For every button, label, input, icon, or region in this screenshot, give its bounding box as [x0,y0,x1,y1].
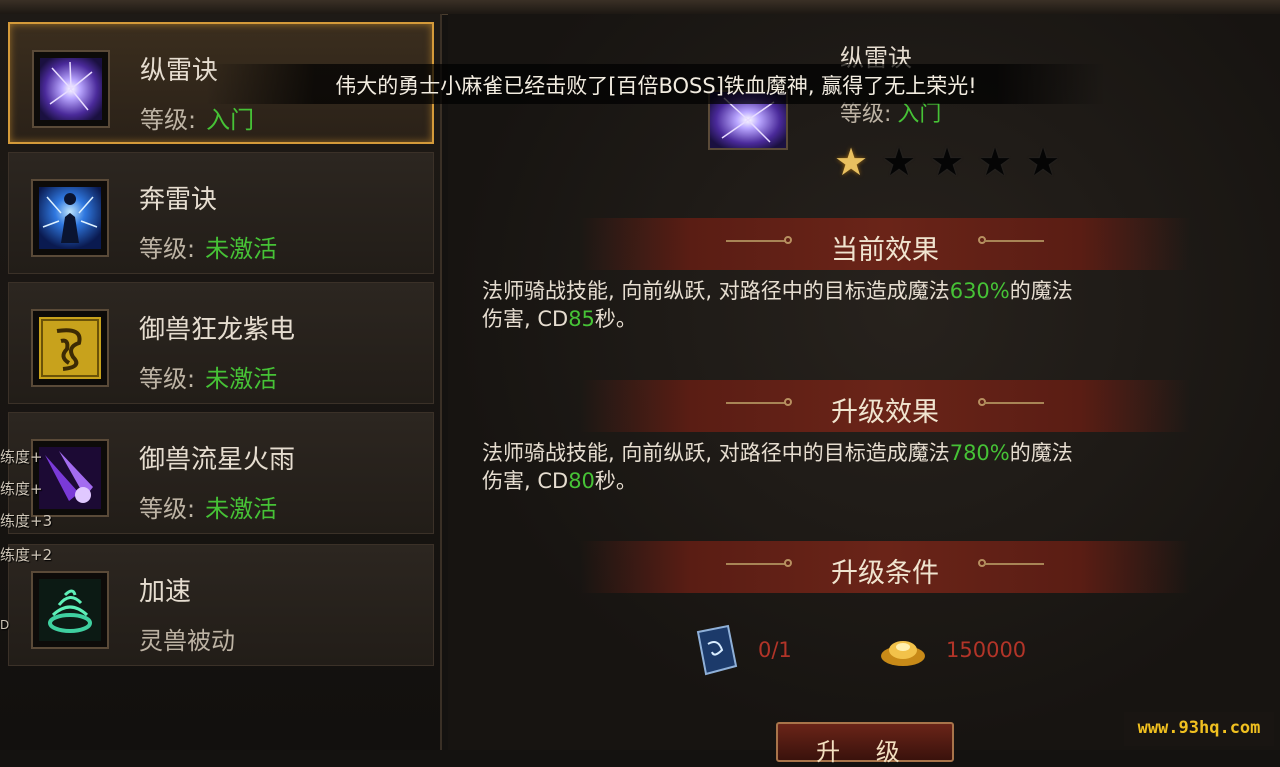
skill-level: 等级: 未激活 [139,359,277,394]
star-empty-icon: ★ [1026,140,1061,184]
proficiency-tag: 练度+2 [0,546,53,564]
skill-list-panel: 纵雷诀 等级: 入门 奔雷诀 等级: 未激活 御兽狂龙紫电 等级: 未激活 御兽… [0,14,442,750]
skill-item-yushou-liuxing[interactable]: 御兽流星火雨 等级: 未激活 [8,412,434,534]
section-header-upgrade-effect: 升级效果 [580,380,1190,432]
proficiency-tag: 练度+ [0,448,43,466]
proficiency-tag: 练度+3 [0,512,53,530]
effect-text-part: 伤害, CD [482,307,569,331]
level-label: 等级: [140,106,197,134]
window-top-border [0,0,1280,15]
purple-meteor-icon [39,447,101,509]
section-title: 升级效果 [831,397,939,428]
watermark: www.93hq.com [1124,712,1274,746]
section-header-current-effect: 当前效果 [580,218,1190,270]
level-value: 入门 [897,102,942,127]
golden-dragon-rune-icon [39,317,101,379]
gold-cost: 150000 [946,638,1027,662]
section-title: 当前效果 [831,235,939,266]
level-value: 未激活 [205,235,278,263]
side-letter: D [0,618,10,632]
proficiency-tag: 练度+ [0,480,43,498]
skill-name: 加速 [139,577,192,607]
skill-passive-label: 灵兽被动 [139,627,235,655]
level-label: 等级: [840,102,892,127]
skill-icon-frame [31,179,109,257]
cooldown-value: 85 [568,307,595,331]
level-label: 等级: [139,365,196,393]
ornament-right-icon [984,563,1044,565]
skill-name: 御兽狂龙紫电 [139,315,296,345]
effect-text-part: 秒。 [594,469,637,493]
skill-level: 等级: 入门 [140,100,254,135]
star-empty-icon: ★ [882,140,917,184]
level-value: 未激活 [205,365,278,393]
effect-text-part: 秒。 [594,307,637,331]
ornament-right-icon [984,402,1044,404]
effect-text-part: 的魔法 [1009,279,1073,303]
skill-item-jiasu[interactable]: 加速 灵兽被动 [8,544,434,666]
effect-value: 780% [949,441,1010,465]
effect-text-part: 法师骑战技能, 向前纵跃, 对路径中的目标造成魔法 [482,441,950,465]
current-effect-text: 法师骑战技能, 向前纵跃, 对路径中的目标造成魔法630%的魔法 伤害, CD8… [482,277,1242,333]
level-label: 等级: [139,495,196,523]
skill-item-benleijue[interactable]: 奔雷诀 等级: 未激活 [8,152,434,274]
effect-text-part: 法师骑战技能, 向前纵跃, 对路径中的目标造成魔法 [482,279,950,303]
blue-lightning-figure-icon [39,187,101,249]
purple-lightning-orb-icon [40,58,102,120]
upgrade-effect-text: 法师骑战技能, 向前纵跃, 对路径中的目标造成魔法780%的魔法 伤害, CD8… [482,439,1242,495]
level-value: 未激活 [205,495,278,523]
skill-level: 等级: 未激活 [139,229,277,264]
skill-level: 等级: 未激活 [139,489,277,524]
skill-book-icon[interactable] [692,624,740,676]
skill-icon-frame [32,50,110,128]
green-swirl-cauldron-icon [39,579,101,641]
section-title: 升级条件 [831,558,939,589]
star-filled-icon: ★ [834,140,869,184]
watermark-text: www.93hq.com [1137,718,1261,738]
effect-text-part: 的魔法 [1009,441,1073,465]
section-header-upgrade-requirements: 升级条件 [580,541,1190,593]
system-broadcast-banner: 伟大的勇士小麻雀已经击败了[百倍BOSS]铁血魔神, 赢得了无上荣光! [206,64,1106,104]
star-empty-icon: ★ [978,140,1013,184]
effect-text-part: 伤害, CD [482,469,569,493]
level-value: 入门 [206,106,255,134]
broadcast-text: 伟大的勇士小麻雀已经击败了[百倍BOSS]铁血魔神, 赢得了无上荣光! [335,74,977,98]
effect-value: 630% [949,279,1010,303]
skill-name: 御兽流星火雨 [139,445,296,475]
skill-name: 奔雷诀 [139,185,218,215]
cooldown-value: 80 [568,469,595,493]
skill-icon-frame [31,571,109,649]
ornament-right-icon [984,240,1044,242]
skill-item-yushou-kuanglong[interactable]: 御兽狂龙紫电 等级: 未激活 [8,282,434,404]
upgrade-button[interactable]: 升 级 [776,722,954,766]
star-empty-icon: ★ [930,140,965,184]
skill-book-count: 0/1 [758,638,792,662]
level-label: 等级: [139,235,196,263]
skill-icon-frame [31,309,109,387]
gold-ingot-icon[interactable] [878,630,928,670]
